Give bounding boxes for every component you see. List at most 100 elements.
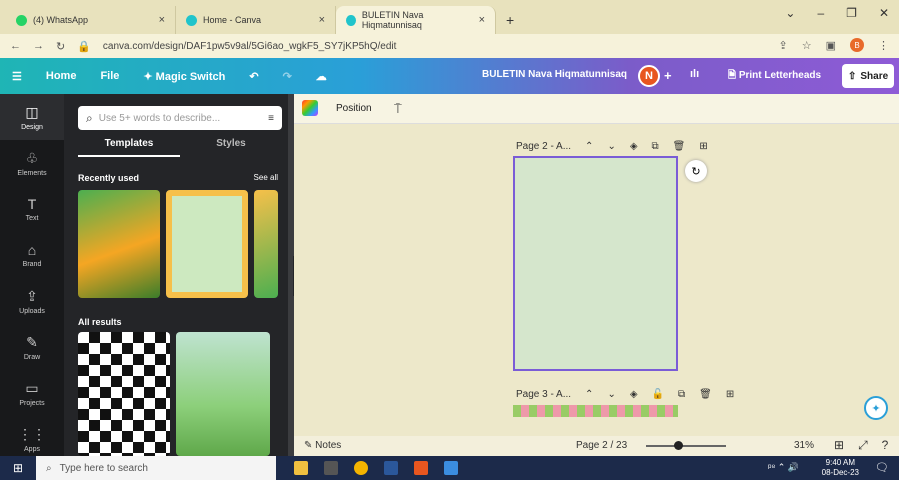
template-thumbnail[interactable] (78, 190, 160, 298)
tab-styles[interactable]: Styles (180, 138, 282, 157)
chevron-down-icon[interactable]: ⌄ (607, 389, 615, 400)
grid-view-icon[interactable]: ⊞ (834, 438, 844, 453)
template-thumbnail[interactable] (78, 332, 170, 456)
sidebar-item-projects[interactable]: ▭ Projects (0, 370, 64, 416)
template-thumbnail[interactable] (176, 332, 270, 456)
chevron-down-icon[interactable]: ⌄ (607, 141, 615, 152)
system-tray-icons[interactable]: ᵖ⁸ ⌃ 🔊 (768, 462, 799, 473)
close-icon[interactable]: × (319, 14, 325, 26)
document-title[interactable]: BULETIN Nava Hiqmatunnisaq (482, 69, 627, 80)
text-icon: T (27, 196, 37, 212)
design-page-3[interactable] (513, 405, 678, 417)
tab-buletin[interactable]: BULETIN Nava Hiqmatunnisaq × (336, 6, 496, 34)
app-icon[interactable] (324, 461, 338, 475)
refresh-icon[interactable]: ↻ (685, 160, 707, 182)
share-button[interactable]: ⇧ Share (842, 64, 895, 88)
apps-icon: ⋮⋮ (18, 425, 46, 442)
see-all-link[interactable]: See all (254, 173, 278, 182)
hide-icon[interactable]: ◈ (630, 141, 638, 152)
print-letterheads-button[interactable]: 🗎 Print Letterheads (728, 68, 821, 85)
add-collaborator-button[interactable]: + (664, 68, 672, 83)
sidepanel-icon[interactable]: ▣ (826, 39, 836, 52)
restore-icon[interactable]: ❐ (846, 6, 857, 20)
home-button[interactable]: Home (34, 70, 89, 82)
tab-canva-home[interactable]: Home - Canva × (176, 6, 336, 34)
browser-tab-bar: (4) WhatsApp × Home - Canva × BULETIN Na… (0, 0, 899, 34)
sidebar-item-design[interactable]: ◫ Design (0, 94, 64, 140)
filter-icon[interactable]: ≡ (268, 113, 274, 124)
minimize-icon[interactable]: – (817, 6, 824, 20)
sidebar-item-elements[interactable]: ♧ Elements (0, 140, 64, 186)
magic-switch-label: Magic Switch (155, 70, 226, 83)
notes-button[interactable]: ✎ Notes (304, 440, 341, 451)
sidebar-item-text[interactable]: T Text (0, 186, 64, 232)
new-tab-button[interactable]: + (496, 6, 524, 34)
back-icon[interactable]: ← (10, 40, 21, 52)
file-explorer-icon[interactable] (294, 461, 308, 475)
zoom-slider[interactable] (646, 445, 726, 447)
date: 08-Dec-23 (821, 468, 859, 477)
avatar[interactable]: N (638, 65, 660, 87)
notification-icon[interactable]: 🗨 (875, 461, 889, 474)
file-menu[interactable]: File (88, 70, 131, 82)
profile-icon[interactable]: B (850, 38, 864, 52)
fullscreen-icon[interactable]: ⤢ (858, 438, 868, 453)
app-icon[interactable] (414, 461, 428, 475)
color-swatch[interactable] (302, 100, 318, 116)
close-icon[interactable]: × (159, 14, 165, 26)
template-search-input[interactable]: ⌕ Use 5+ words to describe... ≡ (78, 106, 282, 130)
tab-templates[interactable]: Templates (78, 138, 180, 157)
add-page-icon[interactable]: ⊞ (699, 141, 707, 152)
chevron-up-icon[interactable]: ⌃ (585, 141, 593, 152)
zoom-level[interactable]: 31% (794, 440, 814, 451)
sidebar-item-uploads[interactable]: ⇪ Uploads (0, 278, 64, 324)
star-icon[interactable]: ☆ (802, 39, 812, 52)
page-indicator[interactable]: Page 2 / 23 (576, 440, 627, 451)
url-field[interactable]: canva.com/design/DAF1pw5v9al/5Gi6ao_wgkF… (103, 41, 397, 52)
position-button[interactable]: Position (336, 103, 372, 114)
delete-icon[interactable]: 🗑 (699, 389, 712, 400)
canvas-toolbar: Position ⍑ (294, 94, 899, 124)
redo-icon[interactable]: ↷ (271, 70, 304, 83)
template-thumbnail[interactable] (166, 190, 248, 298)
duplicate-icon[interactable]: ⧉ (678, 389, 685, 400)
help-icon[interactable]: ? (882, 438, 889, 453)
edge-icon[interactable] (444, 461, 458, 475)
chrome-icon[interactable] (354, 461, 368, 475)
add-page-icon[interactable]: ⊞ (726, 389, 734, 400)
page-3-label[interactable]: Page 3 - A... (516, 389, 571, 400)
word-icon[interactable] (384, 461, 398, 475)
close-icon[interactable]: × (479, 14, 485, 26)
hamburger-icon[interactable]: ☰ (0, 70, 34, 83)
templates-panel: ⌕ Use 5+ words to describe... ≡ Template… (64, 94, 292, 456)
chevron-up-icon[interactable]: ⌃ (585, 389, 593, 400)
hide-icon[interactable]: ◈ (630, 389, 638, 400)
windows-start-icon[interactable]: ⊞ (0, 461, 36, 475)
design-page[interactable] (513, 156, 678, 371)
tab-whatsapp[interactable]: (4) WhatsApp × (6, 6, 176, 34)
share-page-icon[interactable]: ⇪ (779, 39, 788, 52)
template-thumbnail[interactable] (254, 190, 278, 298)
undo-icon[interactable]: ↶ (237, 70, 270, 83)
menu-icon[interactable]: ⋮ (878, 39, 889, 52)
taskbar-search-input[interactable]: ⌕ Type here to search (36, 456, 276, 480)
duplicate-icon[interactable]: ⧉ (652, 141, 659, 152)
page-2-label[interactable]: Page 2 - A... (516, 141, 571, 152)
zoom-slider-handle[interactable] (674, 441, 683, 450)
elements-icon: ♧ (25, 149, 39, 166)
insights-icon[interactable]: ılı (690, 68, 699, 80)
sidebar-item-brand[interactable]: ⌂ Brand (0, 232, 64, 278)
chevron-down-icon[interactable]: ⌄ (785, 6, 795, 20)
lock-icon[interactable]: 🔓 (652, 389, 664, 400)
close-window-icon[interactable]: ✕ (879, 6, 889, 20)
recently-used-heading: Recently used (78, 173, 140, 183)
delete-icon[interactable]: 🗑 (673, 141, 686, 152)
sidebar-item-draw[interactable]: ✎ Draw (0, 324, 64, 370)
clock[interactable]: 9:40 AM 08-Dec-23 (822, 458, 859, 478)
canva-top-bar: ☰ Home File ✦ Magic Switch ↶ ↷ ☁ BULETIN… (0, 58, 899, 94)
reload-icon[interactable]: ↻ (56, 40, 65, 53)
forward-icon[interactable]: → (33, 40, 44, 52)
magic-assistant-icon[interactable]: ✦ (864, 396, 888, 420)
magic-switch-button[interactable]: ✦ Magic Switch (131, 70, 237, 83)
paint-roller-icon[interactable]: ⍑ (394, 101, 402, 117)
